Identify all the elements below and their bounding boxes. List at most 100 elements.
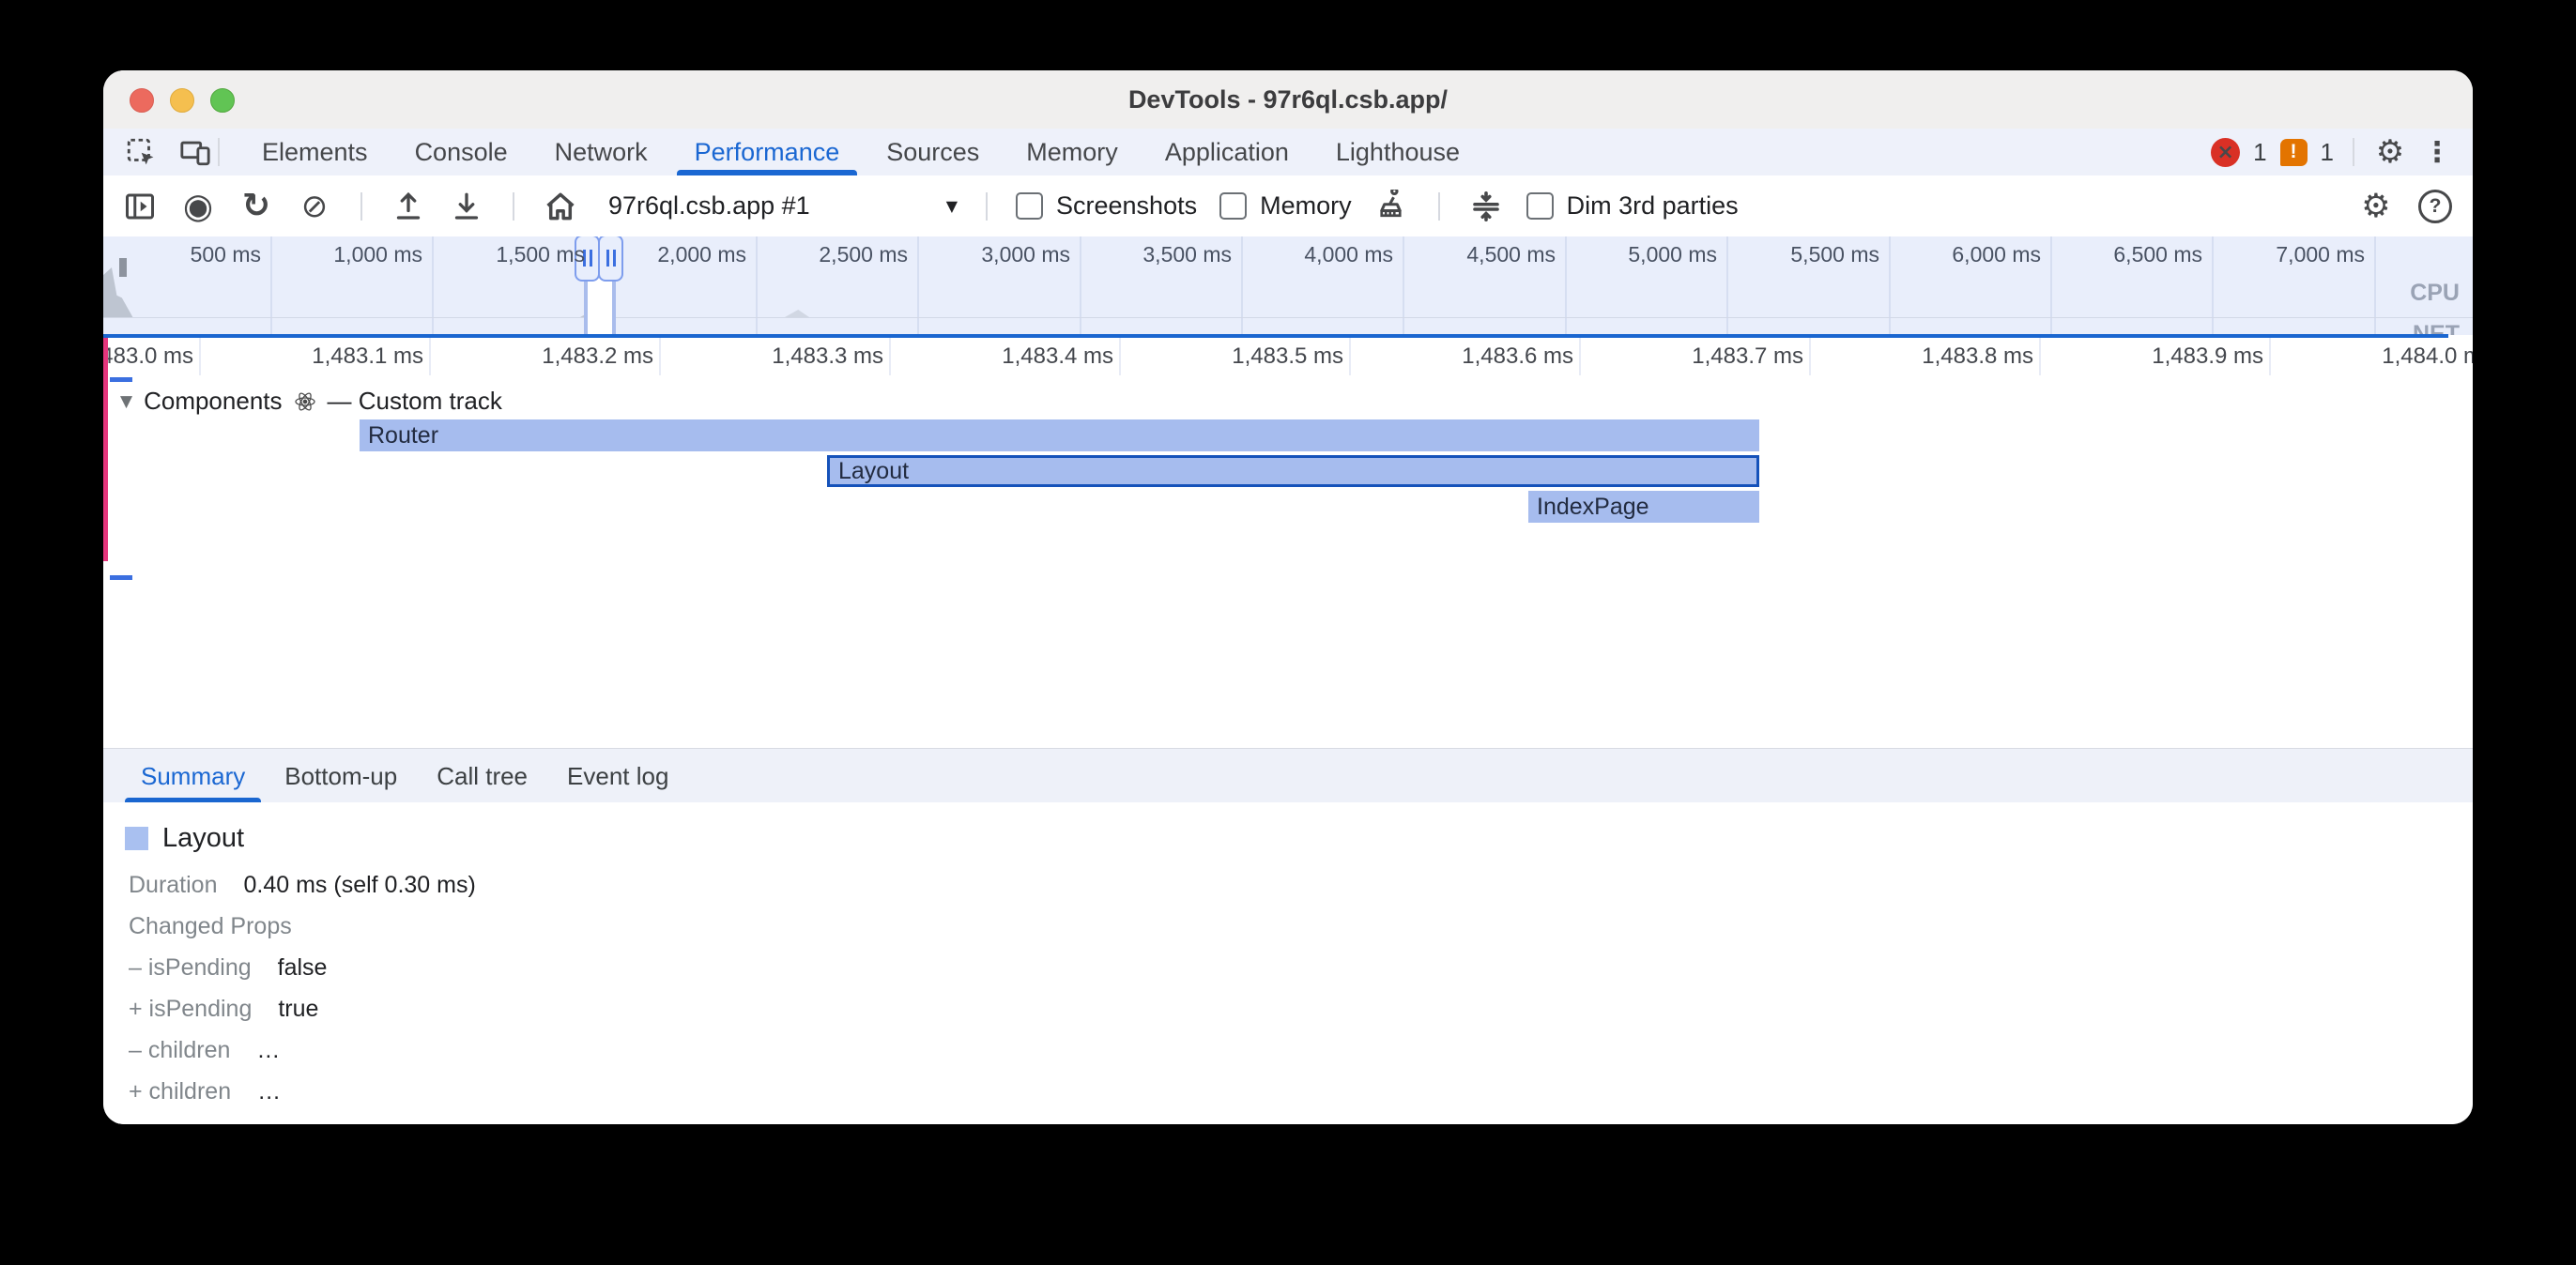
tab-sources[interactable]: Sources [863, 129, 1003, 175]
overview-tick-label: 6,000 ms [1891, 242, 2041, 267]
overview-tick-label: 4,000 ms [1243, 242, 1393, 267]
flame-event-router[interactable]: Router [360, 419, 1759, 451]
overview-tick-label: 1,000 ms [272, 242, 422, 267]
details-tab-summary[interactable]: Summary [121, 749, 265, 803]
dim-3rd-parties-label: Dim 3rd parties [1567, 191, 1739, 221]
ruler-tick-label: 1,483.5 ms [1193, 343, 1343, 370]
screenshots-checkbox[interactable]: Screenshots [1016, 191, 1197, 221]
overview-tick-label: 7,000 ms [2215, 242, 2365, 267]
tab-console[interactable]: Console [391, 129, 531, 175]
profile-select[interactable]: 97r6ql.csb.app #1 ▼ [608, 191, 958, 221]
dim-3rd-parties-checkbox-box[interactable] [1526, 192, 1554, 220]
inspect-element-icon[interactable] [124, 135, 158, 169]
summary-row-changed-props: Changed Props [129, 906, 2445, 947]
memory-checkbox[interactable]: Memory [1219, 191, 1352, 221]
overview-tick-line [2212, 236, 2214, 335]
tab-application[interactable]: Application [1142, 129, 1312, 175]
components-track-header[interactable]: ▼ Components — Custom track [120, 387, 502, 416]
timeline-overview[interactable]: CPU NET 500 ms1,000 ms1,500 ms2,000 ms2,… [103, 236, 2473, 335]
kebab-menu-icon[interactable]: ⋮ [2420, 135, 2454, 169]
overview-tick-line [1726, 236, 1728, 335]
chevron-down-icon: ▼ [946, 197, 958, 215]
summary-row-label: + children [129, 1071, 231, 1112]
screenshots-checkbox-label: Screenshots [1056, 191, 1197, 221]
summary-row-value: 0.40 ms (self 0.30 ms) [244, 864, 476, 906]
tab-memory[interactable]: Memory [1003, 129, 1142, 175]
overview-tick-line [1403, 236, 1404, 335]
event-color-swatch [125, 827, 148, 850]
flame-event-indexpage[interactable]: IndexPage [1528, 491, 1759, 523]
memory-checkbox-label: Memory [1260, 191, 1352, 221]
ruler-tick-label: 1,483.0 ms [103, 343, 193, 370]
tabbar-left-icons [124, 135, 212, 169]
memory-checkbox-box[interactable] [1219, 192, 1247, 220]
screenshots-checkbox-box[interactable] [1016, 192, 1043, 220]
summary-row--children: + children… [129, 1071, 2445, 1112]
ruler-tick-label: 1,483.3 ms [733, 343, 883, 370]
ruler-tick-label: 1,483.2 ms [503, 343, 653, 370]
summary-row-value: … [256, 1029, 280, 1071]
issue-count: 1 [2321, 138, 2334, 167]
cpu-lane-label: CPU [2410, 280, 2460, 307]
save-profile-icon[interactable] [449, 189, 484, 224]
error-count-badge[interactable]: × [2211, 138, 2240, 167]
tabbar-right-divider [2353, 138, 2354, 166]
overview-tick-line [432, 236, 434, 335]
expander-triangle-icon[interactable]: ▼ [120, 392, 132, 411]
clear-button[interactable]: ⊘ [297, 189, 332, 224]
flame-event-layout[interactable]: Layout [827, 455, 1759, 487]
issues-badge[interactable]: ! [2280, 139, 2308, 166]
tabbar-divider [218, 138, 220, 166]
tab-elements[interactable]: Elements [238, 129, 391, 175]
record-and-reload-button[interactable]: ↻ [238, 189, 274, 224]
capture-settings-gear-icon[interactable]: ⚙ [2358, 189, 2394, 224]
summary-row-label: Changed Props [129, 906, 292, 947]
summary-rows: Duration 0.40 ms (self 0.30 ms)Changed Pr… [129, 864, 2445, 1112]
overview-tick-label: 1,500 ms [435, 242, 585, 267]
summary-row--ispending: + isPendingtrue [129, 988, 2445, 1029]
help-icon[interactable]: ? [2418, 190, 2452, 223]
net-lane-label: NET [2413, 321, 2460, 335]
tab-network[interactable]: Network [531, 129, 671, 175]
overview-tick-label: 3,500 ms [1081, 242, 1232, 267]
summary-row-value: false [278, 947, 328, 988]
tab-lighthouse[interactable]: Lighthouse [1312, 129, 1483, 175]
overview-tick-line [2374, 236, 2376, 335]
settings-gear-icon[interactable]: ⚙ [2373, 135, 2407, 169]
home-icon[interactable] [543, 189, 578, 224]
devtools-window: DevTools - 97r6ql.csb.app/ ElementsConso… [103, 70, 2473, 1124]
collect-garbage-icon[interactable] [1374, 189, 1410, 224]
overview-tick-label: 6,500 ms [2052, 242, 2202, 267]
overview-tick-line [917, 236, 919, 335]
details-tabbar: SummaryBottom-upCall treeEvent log [103, 748, 2473, 804]
track-title: Components [144, 387, 282, 416]
tab-performance[interactable]: Performance [671, 129, 864, 175]
collapse-icon[interactable] [1468, 189, 1504, 224]
ruler-tick-label: 1,484.0 ms [2343, 343, 2473, 370]
flame-chart[interactable]: ▼ Components — Custom track Router Layout… [103, 375, 2473, 748]
ruler-tick-label: 1,483.6 ms [1423, 343, 1573, 370]
scroll-marker [110, 575, 132, 580]
cpu-activity-chart [103, 267, 133, 318]
summary-row-label: Duration [129, 864, 218, 906]
close-window-button[interactable] [130, 88, 154, 113]
details-tab-bottom-up[interactable]: Bottom-up [265, 749, 417, 803]
dim-3rd-parties-checkbox[interactable]: Dim 3rd parties [1526, 191, 1739, 221]
record-button[interactable]: ◉ [180, 189, 216, 224]
summary-row-label: + isPending [129, 988, 252, 1029]
summary-event-name: Layout [162, 823, 244, 854]
load-profile-icon[interactable] [391, 189, 426, 224]
overview-tick-label: 2,500 ms [758, 242, 908, 267]
device-toolbar-icon[interactable] [178, 135, 212, 169]
toggle-sidebar-icon[interactable] [122, 189, 158, 224]
zoom-window-button[interactable] [210, 88, 235, 113]
minimize-window-button[interactable] [170, 88, 194, 113]
ruler-tick-label: 1,483.7 ms [1653, 343, 1803, 370]
ruler-tick-label: 1,483.9 ms [2113, 343, 2263, 370]
details-tab-call-tree[interactable]: Call tree [417, 749, 547, 803]
details-tab-event-log[interactable]: Event log [547, 749, 688, 803]
summary-row-duration: Duration 0.40 ms (self 0.30 ms) [129, 864, 2445, 906]
overview-tick-label: 5,000 ms [1567, 242, 1717, 267]
overview-tick-label: 500 ms [111, 242, 261, 267]
summary-row--ispending: – isPendingfalse [129, 947, 2445, 988]
